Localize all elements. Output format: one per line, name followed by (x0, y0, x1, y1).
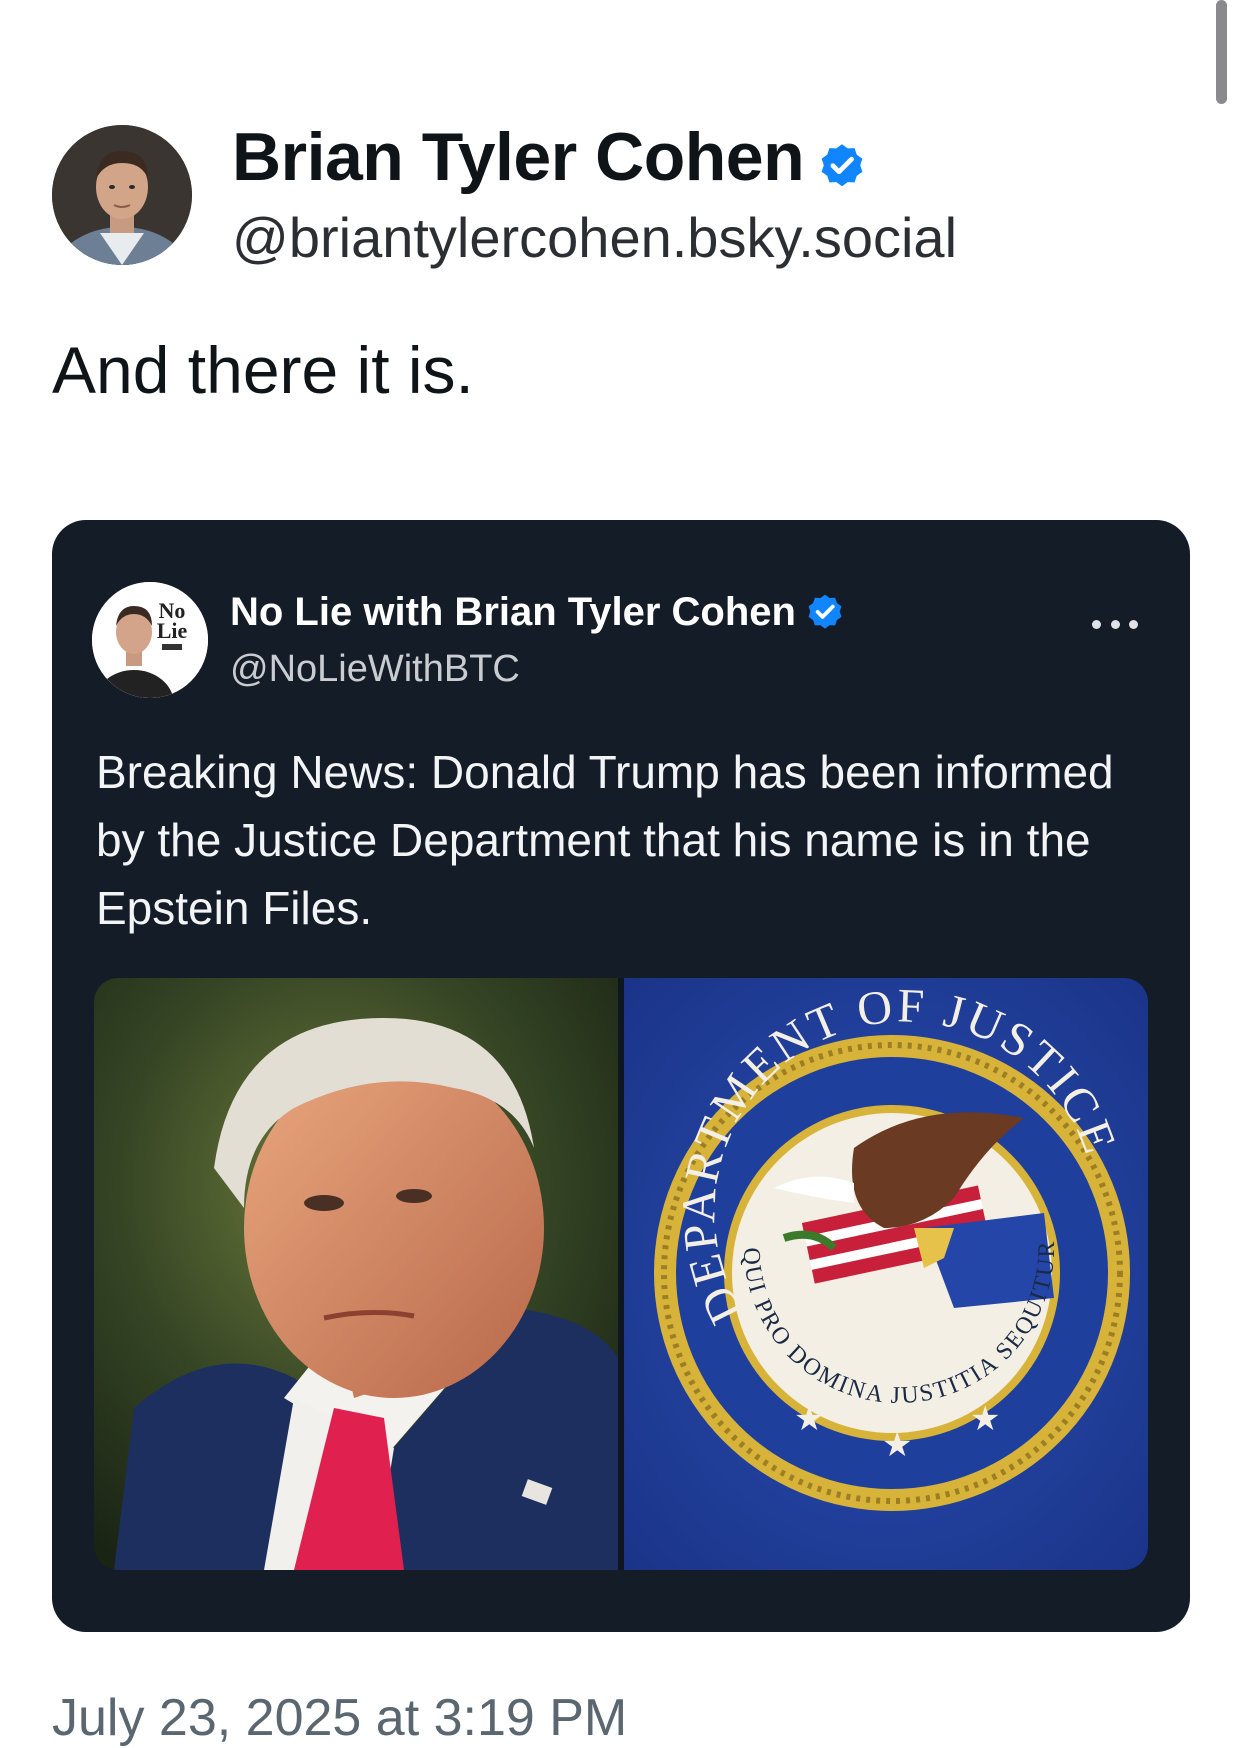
post-timestamp[interactable]: July 23, 2025 at 3:19 PM (52, 1688, 627, 1748)
author-handle[interactable]: @briantylercohen.bsky.social (232, 205, 957, 270)
svg-text:★: ★ (794, 1399, 824, 1439)
scrollbar[interactable] (1216, 0, 1227, 104)
portrait-photo[interactable] (94, 978, 618, 1570)
post-text: And there it is. (52, 333, 474, 407)
svg-text:★: ★ (970, 1399, 1000, 1439)
department-of-justice-seal[interactable]: DEPARTMENT OF JUSTICE QUI PRO DOMINA JUS… (624, 978, 1148, 1570)
embedded-author-name-text: No Lie with Brian Tyler Cohen (230, 590, 796, 634)
embedded-post-text: Breaking News: Donald Trump has been inf… (96, 746, 1114, 934)
verified-badge-icon (816, 131, 868, 187)
logo-text-lie: Lie (157, 618, 188, 643)
embedded-author-handle[interactable]: @NoLieWithBTC (230, 648, 520, 691)
embedded-post-media[interactable]: DEPARTMENT OF JUSTICE QUI PRO DOMINA JUS… (94, 978, 1148, 1570)
svg-text:★: ★ (882, 1425, 912, 1465)
author-avatar[interactable] (52, 125, 192, 265)
author-display-name[interactable]: Brian Tyler Cohen (232, 118, 868, 196)
verified-badge-icon (804, 592, 846, 634)
embedded-author-display-name[interactable]: No Lie with Brian Tyler Cohen (230, 590, 846, 635)
embedded-author-avatar[interactable]: No Lie (92, 582, 208, 698)
embedded-post-card[interactable]: No Lie No Lie with Brian Tyler Cohen @No… (52, 520, 1190, 1632)
author-name-text: Brian Tyler Cohen (232, 119, 805, 195)
more-options-icon[interactable] (1092, 618, 1138, 630)
